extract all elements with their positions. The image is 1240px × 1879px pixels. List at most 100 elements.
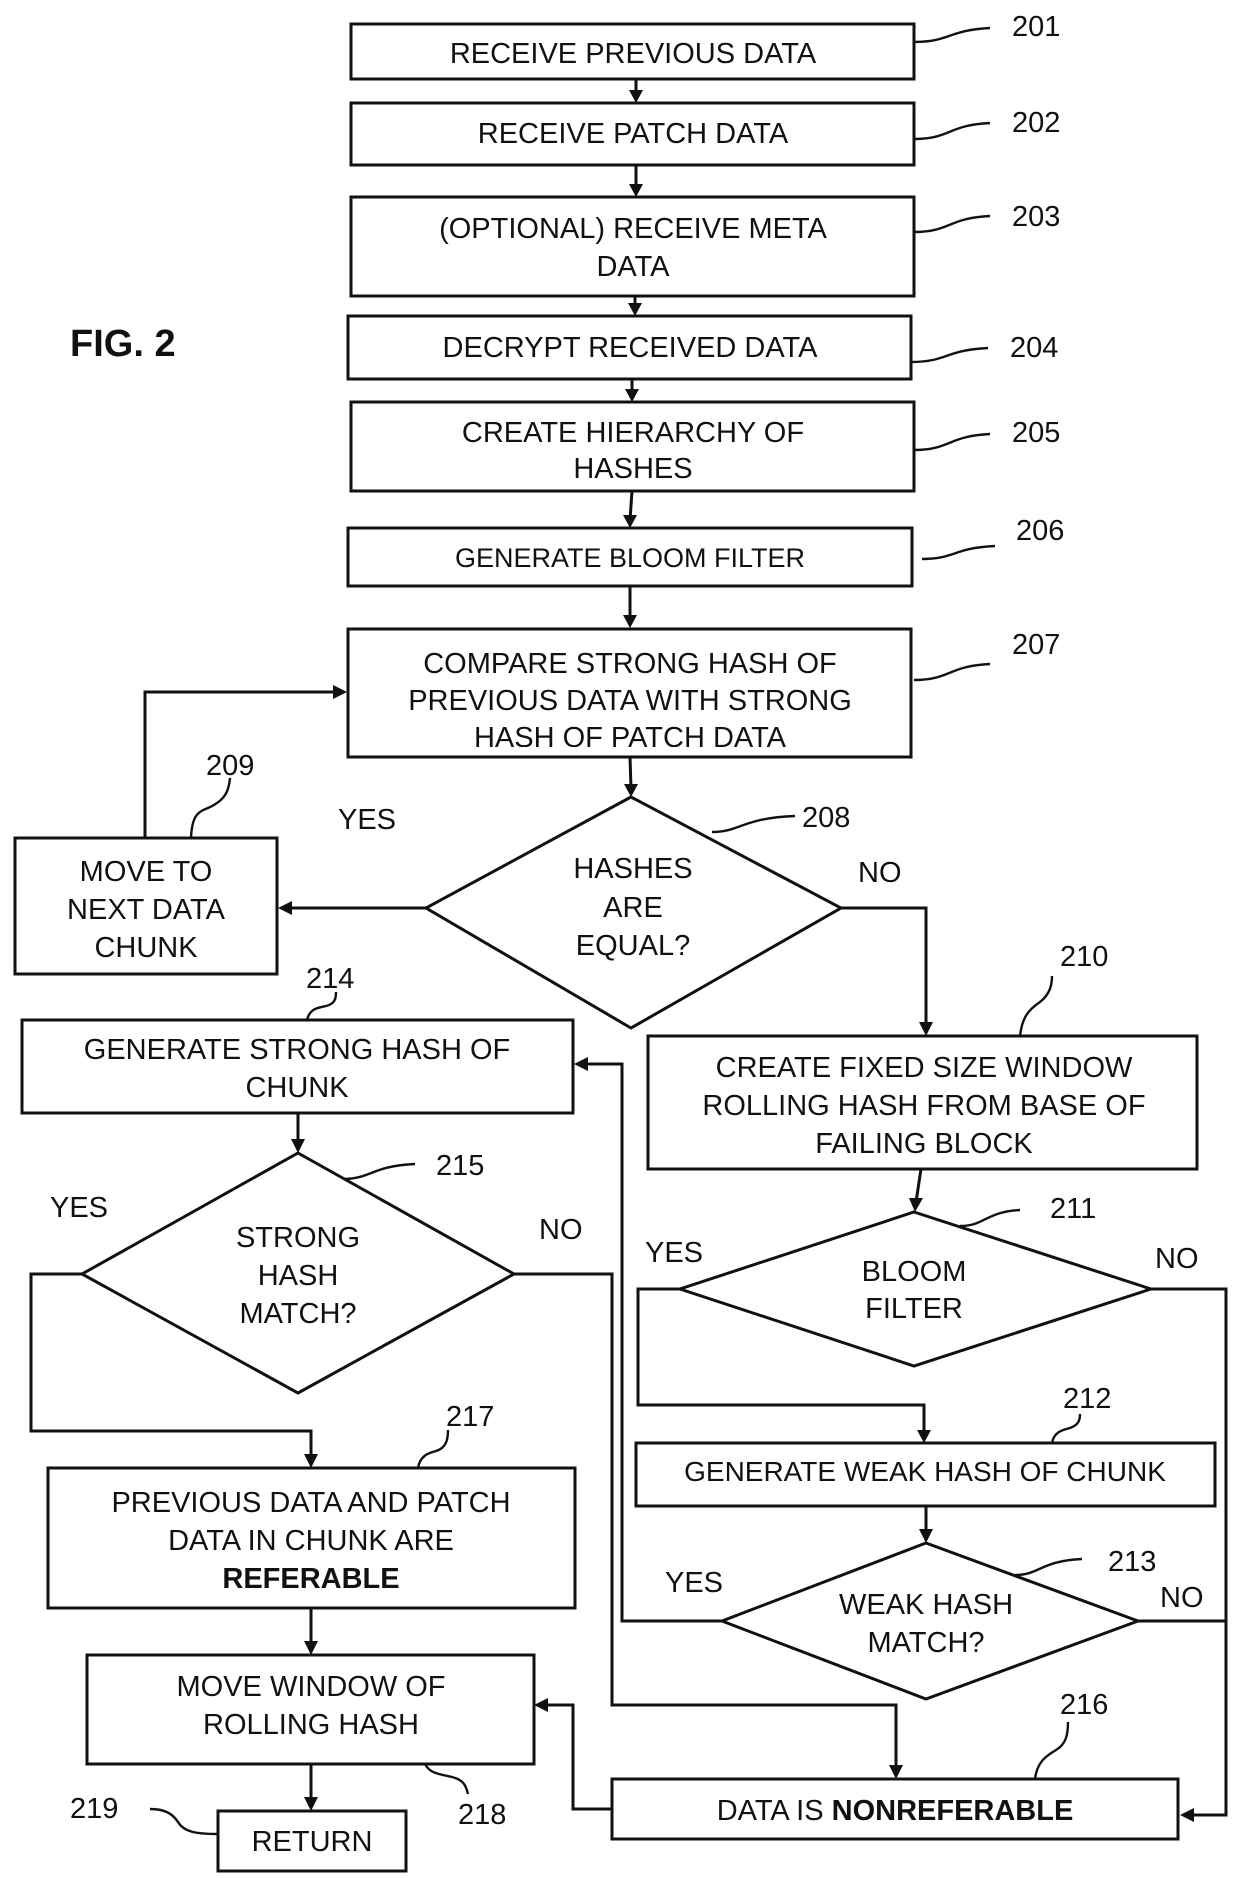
branch-yes-label: YES — [338, 804, 396, 836]
step-text: ROLLING HASH — [203, 1709, 419, 1741]
arrowhead-icon — [1180, 1808, 1194, 1822]
text-clip-mask — [360, 747, 900, 755]
step-text: (OPTIONAL) RECEIVE META — [439, 213, 827, 245]
arrowhead-icon — [629, 184, 643, 197]
arrowhead-icon — [919, 1529, 933, 1543]
arrowhead-icon — [623, 515, 637, 528]
leader-line — [910, 346, 989, 364]
step-text-emphasis: REFERABLE — [222, 1563, 399, 1595]
branch-yes-label: YES — [50, 1192, 108, 1224]
decision-215: STRONG HASH MATCH? 215 YES NO — [50, 1150, 583, 1395]
step-text: RETURN — [252, 1826, 373, 1858]
leader-line — [913, 662, 991, 682]
decision-text: HASH — [258, 1260, 339, 1292]
step-text: CREATE HIERARCHY OF — [462, 417, 804, 449]
decision-text: HASHES — [573, 853, 692, 885]
decision-text: FILTER — [865, 1293, 963, 1325]
step-text: GENERATE BLOOM FILTER — [455, 543, 805, 573]
leader-line — [344, 1162, 416, 1181]
step-text-emphasis: NONREFERABLE — [832, 1795, 1074, 1827]
ref-number: 209 — [206, 750, 254, 782]
leader-line — [149, 1807, 219, 1836]
ref-number: 202 — [1012, 107, 1060, 139]
step-text: GENERATE STRONG HASH OF — [84, 1034, 510, 1066]
step-text: CREATE FIXED SIZE WINDOW — [716, 1052, 1133, 1084]
branch-no-label: NO — [539, 1214, 583, 1246]
leader-line — [959, 1208, 1021, 1228]
arrowhead-icon — [624, 784, 638, 797]
step-text: RECEIVE PATCH DATA — [478, 118, 789, 150]
leader-line — [1018, 975, 1054, 1037]
step-text: MOVE WINDOW OF — [176, 1671, 445, 1703]
step-text: FAILING BLOCK — [815, 1128, 1033, 1160]
arrowhead-icon — [278, 901, 292, 915]
arrowhead-icon — [304, 1454, 318, 1468]
step-text: RECEIVE PREVIOUS DATA — [450, 38, 817, 70]
decision-text: MATCH? — [239, 1298, 356, 1330]
connector-211-216 — [1151, 1287, 1228, 1817]
arrowhead-icon — [574, 1057, 588, 1071]
decision-diamond — [717, 1541, 1143, 1701]
arrowhead-icon — [917, 1430, 931, 1443]
leader-line — [913, 121, 991, 141]
step-text: PREVIOUS DATA AND PATCH — [111, 1487, 510, 1519]
step-text: ROLLING HASH FROM BASE OF — [702, 1090, 1145, 1122]
step-201: RECEIVE PREVIOUS DATA 201 — [349, 11, 1060, 81]
ref-number: 210 — [1060, 941, 1108, 973]
decision-text: ARE — [603, 892, 663, 924]
leader-line — [913, 432, 991, 452]
ref-number: 206 — [1016, 515, 1064, 547]
arrowhead-icon — [628, 303, 642, 316]
arrowhead-icon — [304, 1641, 318, 1655]
step-text-prefix: DATA IS — [717, 1795, 832, 1827]
connector-216-218 — [545, 1703, 612, 1811]
leader-line — [1033, 1721, 1070, 1780]
leader-line — [416, 1429, 450, 1469]
branch-no-label: NO — [1160, 1582, 1204, 1614]
arrowhead-icon — [623, 615, 637, 628]
step-text: NEXT DATA — [67, 894, 226, 926]
ref-number: 207 — [1012, 629, 1060, 661]
flowchart-canvas: FIG. 2 RECEIVE PREVIOUS DATA 201 RECEIVE… — [13, 11, 1228, 1873]
step-203: (OPTIONAL) RECEIVE META DATA 203 — [349, 195, 1060, 298]
step-text: DATA — [596, 251, 670, 283]
arrowhead-icon — [909, 1198, 923, 1212]
decision-text: WEAK HASH — [839, 1589, 1013, 1621]
branch-no-label: NO — [1155, 1243, 1199, 1275]
ref-number: 217 — [446, 1401, 494, 1433]
step-219: RETURN 219 — [70, 1793, 408, 1873]
leader-line — [1014, 1557, 1083, 1577]
step-text: GENERATE WEAK HASH OF CHUNK — [684, 1456, 1166, 1487]
connector-207-208 — [628, 756, 633, 789]
connector-208-210 — [841, 906, 928, 1026]
decision-text: STRONG — [236, 1222, 360, 1254]
ref-number: 213 — [1108, 1546, 1156, 1578]
step-206: GENERATE BLOOM FILTER 206 — [346, 515, 1064, 588]
step-text: DECRYPT RECEIVED DATA — [443, 332, 819, 364]
step-212: GENERATE WEAK HASH OF CHUNK 212 — [634, 1383, 1217, 1508]
leader-line — [913, 214, 991, 234]
decision-213: WEAK HASH MATCH? 213 YES NO — [665, 1541, 1204, 1701]
step-205: CREATE HIERARCHY OF HASHES 205 — [349, 400, 1060, 493]
branch-yes-label: YES — [645, 1237, 703, 1269]
ref-number: 203 — [1012, 201, 1060, 233]
step-text: COMPARE STRONG HASH OF — [423, 648, 837, 680]
step-214: GENERATE STRONG HASH OF CHUNK 214 — [20, 963, 575, 1115]
step-text: CHUNK — [245, 1072, 349, 1104]
ref-number: 201 — [1012, 11, 1060, 43]
arrowhead-icon — [304, 1797, 318, 1811]
arrowhead-icon — [333, 685, 347, 699]
arrowhead-icon — [534, 1698, 548, 1712]
leader-line — [1050, 1413, 1082, 1444]
decision-text: EQUAL? — [576, 930, 690, 962]
step-text: PREVIOUS DATA WITH STRONG — [408, 685, 852, 717]
ref-number: 216 — [1060, 1689, 1108, 1721]
decision-208: HASHES ARE EQUAL? 208 YES NO — [338, 795, 902, 1030]
branch-yes-label: YES — [665, 1567, 723, 1599]
ref-number: 214 — [306, 963, 354, 995]
connector-210-211 — [914, 1168, 923, 1203]
ref-number: 215 — [436, 1150, 484, 1182]
figure-label: FIG. 2 — [70, 323, 176, 365]
step-207: COMPARE STRONG HASH OF PREVIOUS DATA WIT… — [346, 627, 1060, 759]
arrowhead-icon — [625, 389, 639, 402]
